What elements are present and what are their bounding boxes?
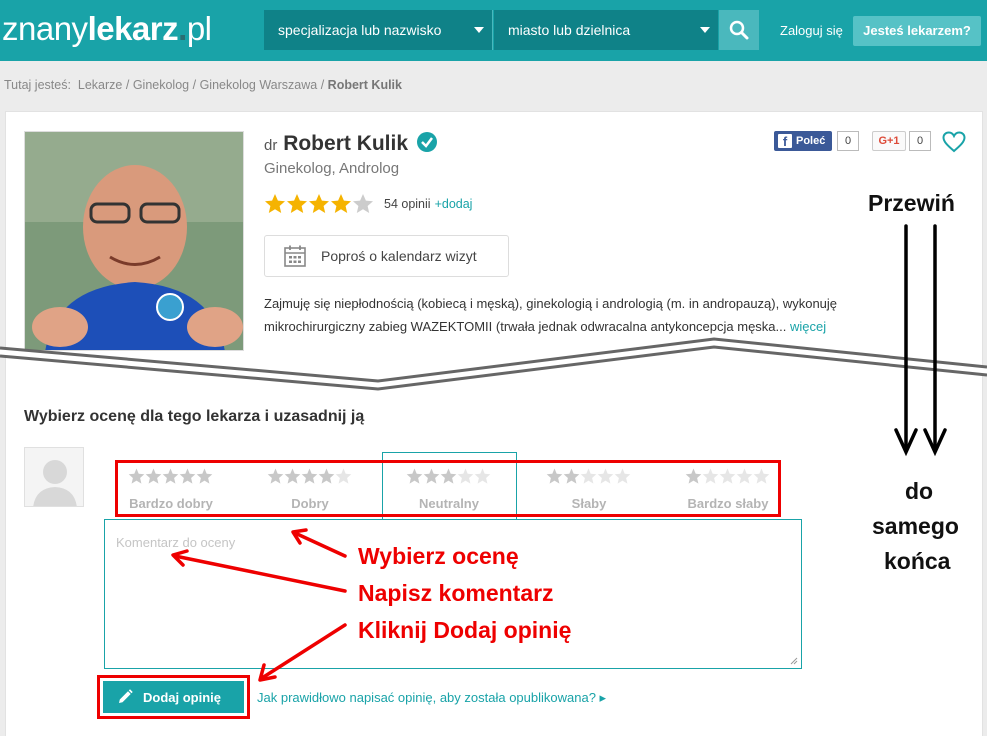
annotation-scroll-line-1: do xyxy=(905,478,934,504)
specialty-search-input[interactable]: specjalizacja lub nazwisko xyxy=(264,10,493,50)
site-logo[interactable]: znanylekarz.pl xyxy=(2,10,212,48)
user-avatar xyxy=(24,447,84,507)
doctor-rating: 54 opinii +dodaj xyxy=(264,193,472,215)
breadcrumb-item[interactable]: Ginekolog xyxy=(133,78,189,92)
request-calendar-button[interactable]: Poproś o kalendarz wizyt xyxy=(264,235,509,277)
facebook-like-button[interactable]: f Poleć xyxy=(774,131,832,151)
annotation-scroll-line-3: końca xyxy=(884,548,951,574)
favorite-heart-icon[interactable] xyxy=(942,131,966,158)
chevron-down-icon xyxy=(474,27,484,33)
verified-check-icon xyxy=(416,132,437,158)
google-plus-count: 0 xyxy=(909,131,931,151)
rating-form-title: Wybierz ocenę dla tego lekarza i uzasadn… xyxy=(24,408,365,425)
annotation-step-choose-rating: Wybierz ocenę xyxy=(358,543,519,569)
annotation-scroll-line-2: samego xyxy=(872,513,959,539)
doctor-description: Zajmuję się niepłodnością (kobiecą i męs… xyxy=(264,296,838,334)
read-more-link[interactable]: więcej xyxy=(790,319,826,334)
doctor-name: Robert Kulik xyxy=(283,132,409,155)
breadcrumb-current: Robert Kulik xyxy=(327,78,402,92)
top-navigation-bar: znanylekarz.pl specjalizacja lub nazwisk… xyxy=(0,0,987,61)
are-you-doctor-button[interactable]: Jesteś lekarzem? xyxy=(853,16,981,46)
calendar-icon xyxy=(284,245,306,267)
submit-button-highlight-box xyxy=(97,675,250,719)
doctor-specialty: Ginekolog, Androlog xyxy=(264,160,400,177)
resize-handle-icon[interactable] xyxy=(790,657,798,665)
rating-stars-icon xyxy=(265,194,373,213)
login-link[interactable]: Zaloguj się xyxy=(780,23,843,38)
search-icon xyxy=(729,20,749,40)
breadcrumb-item[interactable]: Ginekolog Warszawa xyxy=(200,78,318,92)
annotation-step-write-comment: Napisz komentarz xyxy=(358,580,554,606)
annotation-scroll-title: Przewiń xyxy=(868,190,955,216)
doctor-photo xyxy=(24,131,244,351)
breadcrumb-item[interactable]: Lekarze xyxy=(78,78,122,92)
facebook-count: 0 xyxy=(837,131,859,151)
annotation-step-click-add: Kliknij Dodaj opinię xyxy=(358,617,572,643)
facebook-icon: f xyxy=(778,134,792,149)
reviews-count: 54 opinii xyxy=(384,197,431,211)
breadcrumb-prefix: Tutaj jesteś: xyxy=(4,78,71,92)
doctor-name-heading: dr Robert Kulik xyxy=(264,132,437,158)
rating-options-highlight-box xyxy=(115,460,781,517)
comment-placeholder: Komentarz do oceny xyxy=(116,535,236,550)
review-help-link[interactable]: Jak prawidłowo napisać opinię, aby zosta… xyxy=(257,690,606,706)
city-search-input[interactable]: miasto lub dzielnica xyxy=(494,10,718,50)
page-skip-separator xyxy=(0,337,987,391)
google-plus-button[interactable]: G+1 xyxy=(872,131,906,151)
add-review-link[interactable]: +dodaj xyxy=(435,197,473,211)
chevron-down-icon xyxy=(700,27,710,33)
search-button[interactable] xyxy=(719,10,759,50)
breadcrumb: Tutaj jesteś: Lekarze / Ginekolog / Gine… xyxy=(4,78,402,92)
